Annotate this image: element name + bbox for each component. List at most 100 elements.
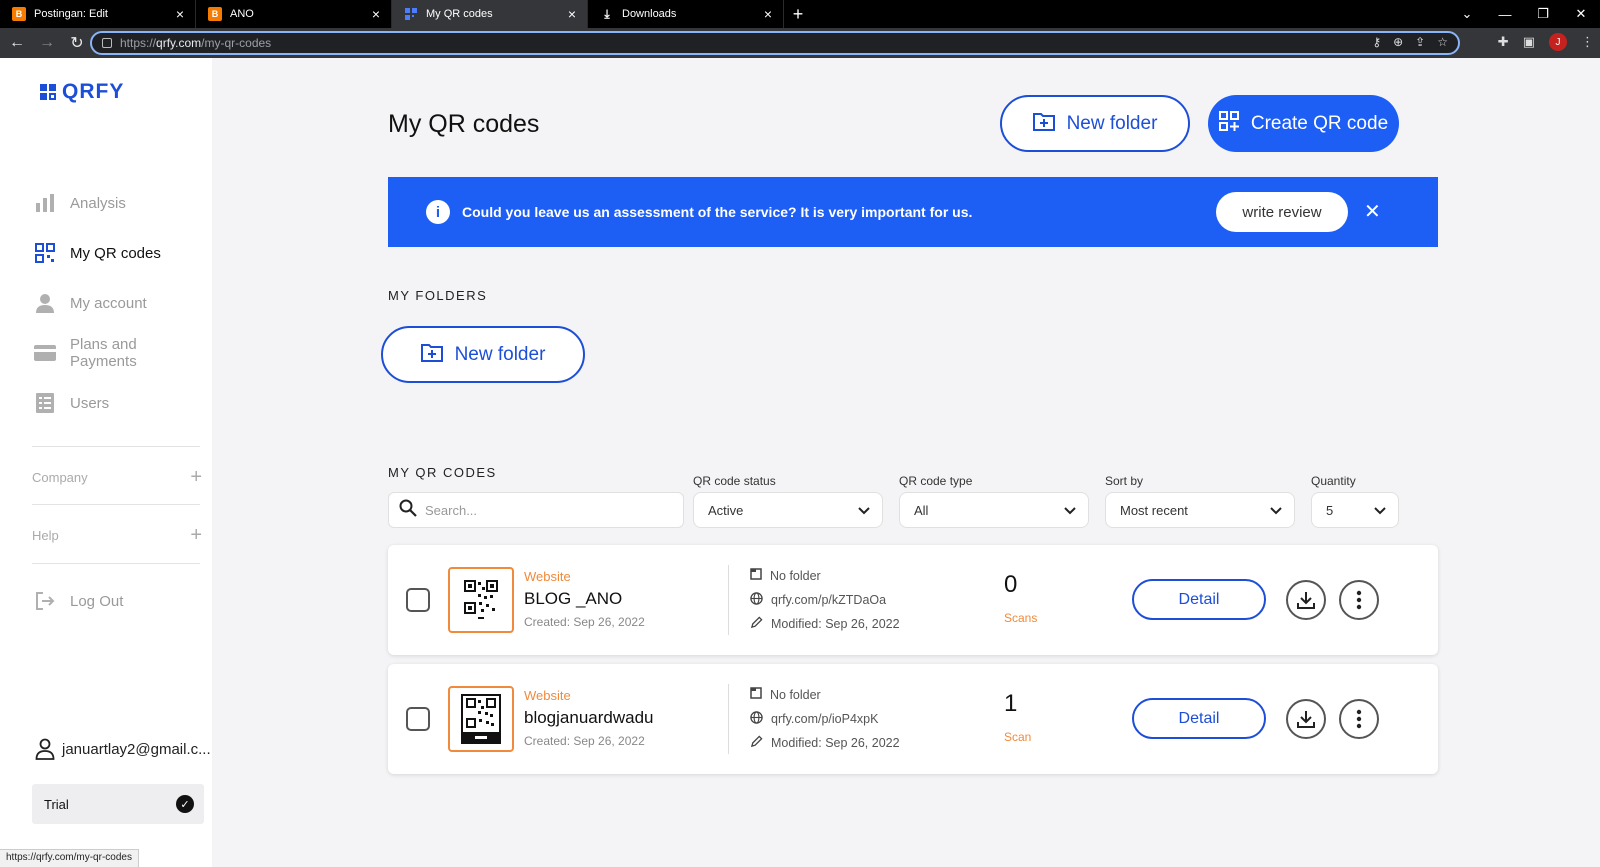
close-icon[interactable]: × [565,6,579,22]
card-divider [728,565,729,635]
kebab-menu-icon [1356,709,1362,729]
folder-icon [750,687,762,702]
qr-codes-heading: MY QR CODES [388,465,497,480]
main-content: My QR codes New folder Create QR code i … [212,58,1600,867]
new-tab-button[interactable]: + [784,0,812,28]
qr-modified-text: Modified: Sep 26, 2022 [771,617,900,631]
reload-icon[interactable]: ↻ [64,33,90,53]
restore-button[interactable]: ❐ [1524,6,1562,22]
download-button[interactable] [1286,580,1326,620]
check-icon: ✓ [176,795,194,813]
qr-name[interactable]: BLOG _ANO [524,589,622,609]
tab-postingan-edit[interactable]: B Postingan: Edit × [0,0,196,28]
address-bar[interactable]: https://qrfy.com/my-qr-codes ⚷ ⊕ ⇪ ☆ [90,31,1460,55]
close-icon[interactable]: × [369,6,383,22]
minimize-button[interactable]: — [1486,7,1524,22]
qr-link-text[interactable]: qrfy.com/p/ioP4xpK [771,712,878,726]
qr-code-card: Website blogjanuardwadu Created: Sep 26,… [388,664,1438,774]
folder-plus-icon [1032,111,1055,137]
user-account[interactable]: januartlay2@gmail.c... [34,738,211,760]
extensions-puzzle-icon[interactable]: ✚ [1498,34,1509,50]
tab-search-icon[interactable]: ⌄ [1448,6,1486,22]
company-section-toggle[interactable]: Company + [32,466,202,489]
zoom-icon[interactable]: ⊕ [1393,35,1403,49]
qr-code-icon [461,694,501,744]
sidebar-item-analysis[interactable]: Analysis [34,178,204,228]
create-qr-code-button[interactable]: Create QR code [1208,95,1399,152]
qr-created-date: Created: Sep 26, 2022 [524,615,645,629]
qr-grid-icon [34,242,56,264]
scan-label: Scans [1004,611,1038,625]
company-label: Company [32,470,88,485]
sidebar-item-label: My QR codes [70,244,161,262]
qr-thumbnail[interactable] [448,686,514,752]
qrfy-logo[interactable]: QRFY [40,80,124,104]
url-scheme: https:// [120,36,157,50]
plan-badge[interactable]: Trial ✓ [32,784,204,824]
side-panel-icon[interactable]: ▣ [1523,34,1535,50]
download-button[interactable] [1286,699,1326,739]
new-folder-label: New folder [1066,112,1158,134]
browser-toolbar: ← → ↻ https://qrfy.com/my-qr-codes ⚷ ⊕ ⇪… [0,28,1600,58]
tab-my-qr-codes[interactable]: My QR codes × [392,0,588,28]
quantity-select[interactable]: 5 [1311,492,1399,528]
qr-code-card: Website BLOG _ANO Created: Sep 26, 2022 … [388,545,1438,655]
qr-thumbnail[interactable] [448,567,514,633]
window-controls: ⌄ — ❐ ✕ [1448,0,1600,28]
back-arrow-icon[interactable]: ← [4,34,30,52]
close-icon[interactable]: × [173,6,187,22]
detail-button[interactable]: Detail [1132,698,1266,739]
qr-folder: No folder [750,568,821,583]
select-checkbox[interactable] [406,588,430,612]
bookmark-star-icon[interactable]: ☆ [1437,35,1448,49]
qr-name[interactable]: blogjanuardwadu [524,708,654,728]
sidebar-item-users[interactable]: Users [34,378,204,428]
close-icon[interactable]: × [761,6,775,22]
forward-arrow-icon[interactable]: → [34,34,60,52]
search-field[interactable] [388,492,684,528]
status-select[interactable]: Active [693,492,883,528]
search-input[interactable] [425,502,665,518]
qr-type: Website [524,688,571,703]
write-review-button[interactable]: write review [1216,192,1348,232]
window-close-button[interactable]: ✕ [1562,6,1600,22]
qr-link: qrfy.com/p/ioP4xpK [750,711,878,727]
extension-area: ✚ ▣ J ⋮ [1498,33,1594,51]
close-icon[interactable]: ✕ [1364,199,1381,224]
tab-downloads[interactable]: ⤓ Downloads × [588,0,784,28]
detail-button[interactable]: Detail [1132,579,1266,620]
download-icon [1297,592,1315,609]
qr-folder: No folder [750,687,821,702]
tab-ano[interactable]: B ANO × [196,0,392,28]
sort-select[interactable]: Most recent [1105,492,1295,528]
more-options-button[interactable] [1339,580,1379,620]
more-options-button[interactable] [1339,699,1379,739]
folder-new-folder-button[interactable]: New folder [381,326,585,383]
select-checkbox[interactable] [406,707,430,731]
help-section-toggle[interactable]: Help + [32,524,202,547]
info-icon: i [426,200,450,224]
profile-avatar[interactable]: J [1549,33,1567,51]
type-select[interactable]: All [899,492,1089,528]
key-icon[interactable]: ⚷ [1372,35,1381,49]
share-icon[interactable]: ⇪ [1415,35,1425,49]
qr-link-text[interactable]: qrfy.com/p/kZTDaOa [771,593,886,607]
kebab-menu-icon[interactable]: ⋮ [1581,34,1594,50]
sidebar-item-label: Analysis [70,194,126,212]
page-title: My QR codes [388,110,540,138]
logout-button[interactable]: Log Out [34,590,123,612]
scan-count: 1 [1004,690,1018,717]
sidebar-item-my-qr-codes[interactable]: My QR codes [34,228,204,278]
new-folder-button[interactable]: New folder [1000,95,1190,152]
qr-link: qrfy.com/p/kZTDaOa [750,592,886,608]
user-icon [34,738,56,760]
sidebar-item-my-account[interactable]: My account [34,278,204,328]
type-filter-label: QR code type [899,474,973,488]
qr-created-date: Created: Sep 26, 2022 [524,734,645,748]
sidebar-item-plans-and-payments[interactable]: Plans and Payments [34,328,204,378]
download-icon [1297,711,1315,728]
pencil-icon [750,616,763,632]
kebab-menu-icon [1356,590,1362,610]
browser-tab-strip: B Postingan: Edit × B ANO × My QR codes … [0,0,1600,28]
lock-icon [102,38,112,48]
